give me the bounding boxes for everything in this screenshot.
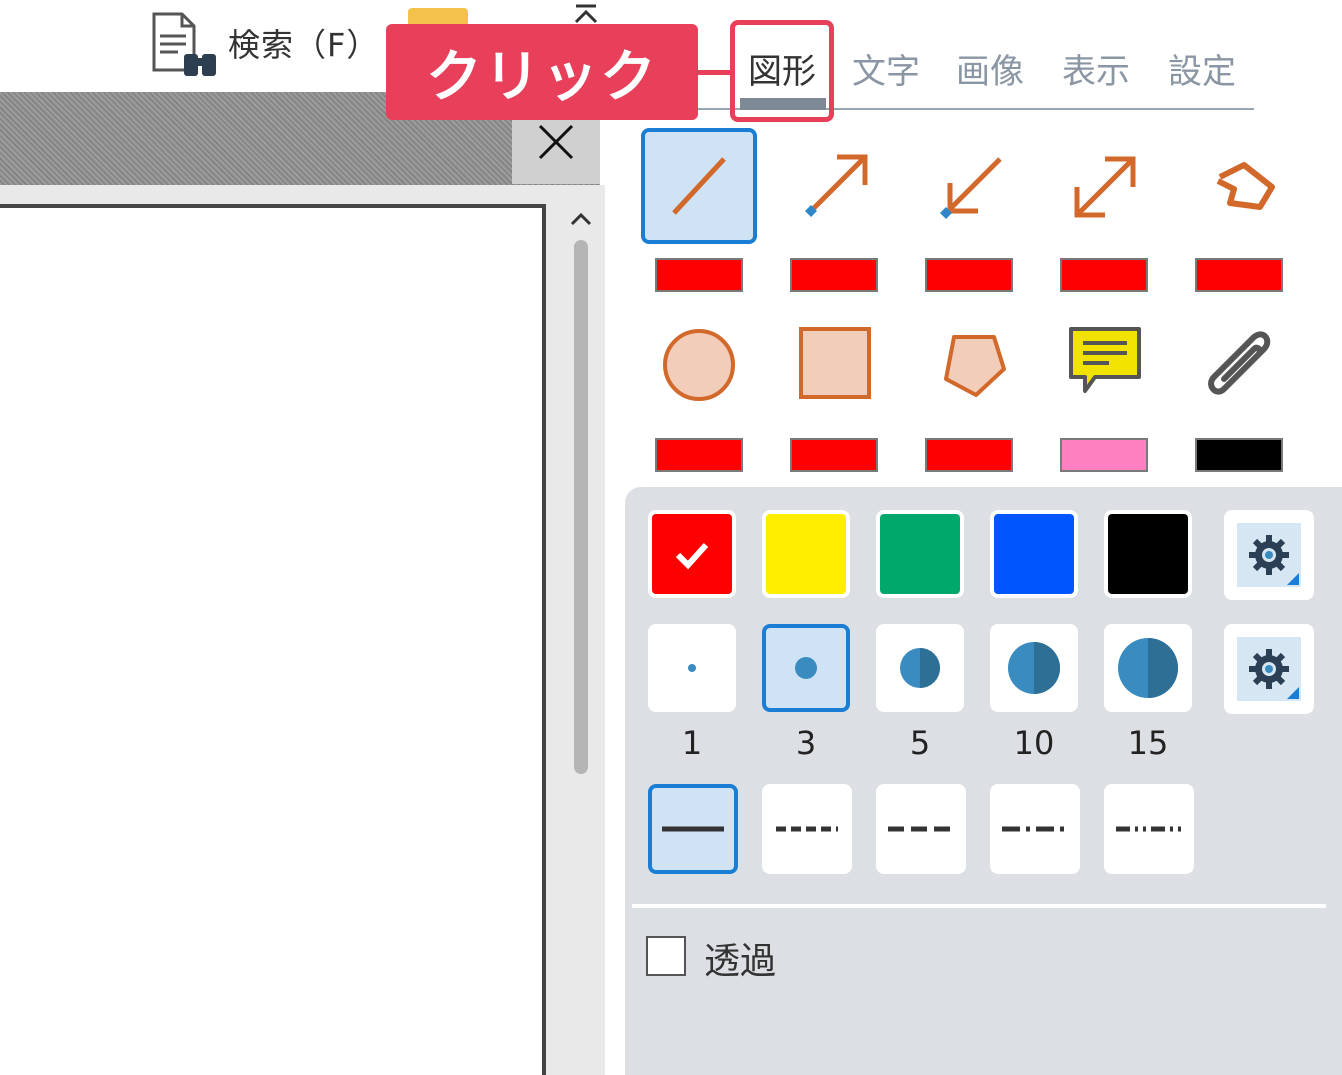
width-label: 5: [909, 724, 931, 762]
tab-text[interactable]: 文字: [852, 44, 920, 93]
arrow-tool-button[interactable]: [776, 128, 892, 244]
width-15-button[interactable]: [1104, 624, 1192, 712]
document-page[interactable]: [0, 204, 546, 1075]
polyline-tool-color[interactable]: [1195, 258, 1283, 292]
double-arrow-tool-color[interactable]: [1060, 258, 1148, 292]
click-callout: クリック: [386, 24, 698, 120]
search-document-icon[interactable]: [148, 10, 222, 82]
width-3-button[interactable]: [762, 624, 850, 712]
width-1-button[interactable]: [648, 624, 736, 712]
tab-highlight-frame: [730, 20, 834, 122]
line-style-dotted-button[interactable]: [762, 784, 852, 874]
polygon-tool-button[interactable]: [911, 306, 1027, 422]
arrow-start-tool-color[interactable]: [925, 258, 1013, 292]
dot-icon: [1008, 642, 1060, 694]
arrow-start-icon: [940, 157, 1002, 219]
note-tool-button[interactable]: [1046, 306, 1162, 422]
scroll-up-icon[interactable]: [566, 206, 596, 232]
rectangle-tool-button[interactable]: [776, 306, 892, 422]
arrow-tool-color[interactable]: [790, 258, 878, 292]
width-settings-button[interactable]: [1224, 624, 1314, 714]
line-style-dash-dot-dot-button[interactable]: [1104, 784, 1194, 874]
solid-line-icon: [662, 826, 724, 832]
close-icon: [538, 124, 574, 160]
width-label: 3: [795, 724, 817, 762]
dash-dot-dot-line-icon: [1116, 826, 1182, 832]
arrow-end-icon: [805, 154, 868, 217]
line-style-dash-dot-button[interactable]: [990, 784, 1080, 874]
search-label[interactable]: 検索（F）: [228, 20, 379, 66]
paperclip-icon: [1208, 331, 1271, 395]
color-settings-button[interactable]: [1224, 510, 1314, 600]
polygon-icon: [944, 335, 1006, 397]
double-arrow-icon: [1074, 156, 1136, 218]
palette-divider: [632, 904, 1326, 908]
note-icon: [1069, 327, 1141, 393]
dotted-line-icon: [776, 826, 838, 832]
attachment-tool-color[interactable]: [1195, 438, 1283, 472]
dot-icon: [795, 657, 817, 679]
color-black-button[interactable]: [1104, 510, 1192, 598]
check-icon: [675, 542, 709, 570]
polyline-tool-button[interactable]: [1181, 128, 1297, 244]
width-label: 15: [1127, 724, 1169, 762]
scrollbar-thumb[interactable]: [574, 240, 588, 774]
polyline-icon: [1216, 162, 1275, 210]
tab-settings[interactable]: 設定: [1168, 44, 1236, 93]
rectangle-tool-color[interactable]: [790, 438, 878, 472]
rectangle-icon: [799, 327, 871, 399]
polygon-tool-color[interactable]: [925, 438, 1013, 472]
color-green-button[interactable]: [876, 510, 964, 598]
note-tool-color[interactable]: [1060, 438, 1148, 472]
line-icon: [672, 157, 726, 215]
gear-icon: [1249, 649, 1289, 689]
dashed-line-icon: [888, 826, 954, 832]
line-style-dashed-button[interactable]: [876, 784, 966, 874]
callout-connector: [698, 70, 732, 75]
transparency-checkbox[interactable]: [646, 936, 686, 976]
dash-dot-line-icon: [1002, 826, 1068, 832]
line-tool-button[interactable]: [641, 128, 757, 244]
ellipse-icon: [663, 329, 735, 401]
gear-icon: [1249, 535, 1289, 575]
tab-image[interactable]: 画像: [956, 44, 1024, 93]
tab-view[interactable]: 表示: [1062, 44, 1130, 93]
attachment-tool-button[interactable]: [1181, 306, 1297, 422]
width-10-button[interactable]: [990, 624, 1078, 712]
transparency-label: 透過: [704, 941, 777, 982]
color-yellow-button[interactable]: [762, 510, 850, 598]
ellipse-tool-color[interactable]: [655, 438, 743, 472]
width-label: 1: [681, 724, 703, 762]
double-arrow-tool-button[interactable]: [1046, 128, 1162, 244]
line-tool-color[interactable]: [655, 258, 743, 292]
arrow-start-tool-button[interactable]: [911, 128, 1027, 244]
width-label: 10: [1013, 724, 1055, 762]
line-style-solid-button[interactable]: [648, 784, 738, 874]
color-red-button[interactable]: [648, 510, 736, 598]
dot-icon: [1118, 638, 1178, 698]
ellipse-tool-button[interactable]: [641, 306, 757, 422]
dot-icon: [688, 664, 696, 672]
color-blue-button[interactable]: [990, 510, 1078, 598]
dot-icon: [900, 648, 940, 688]
width-5-button[interactable]: [876, 624, 964, 712]
